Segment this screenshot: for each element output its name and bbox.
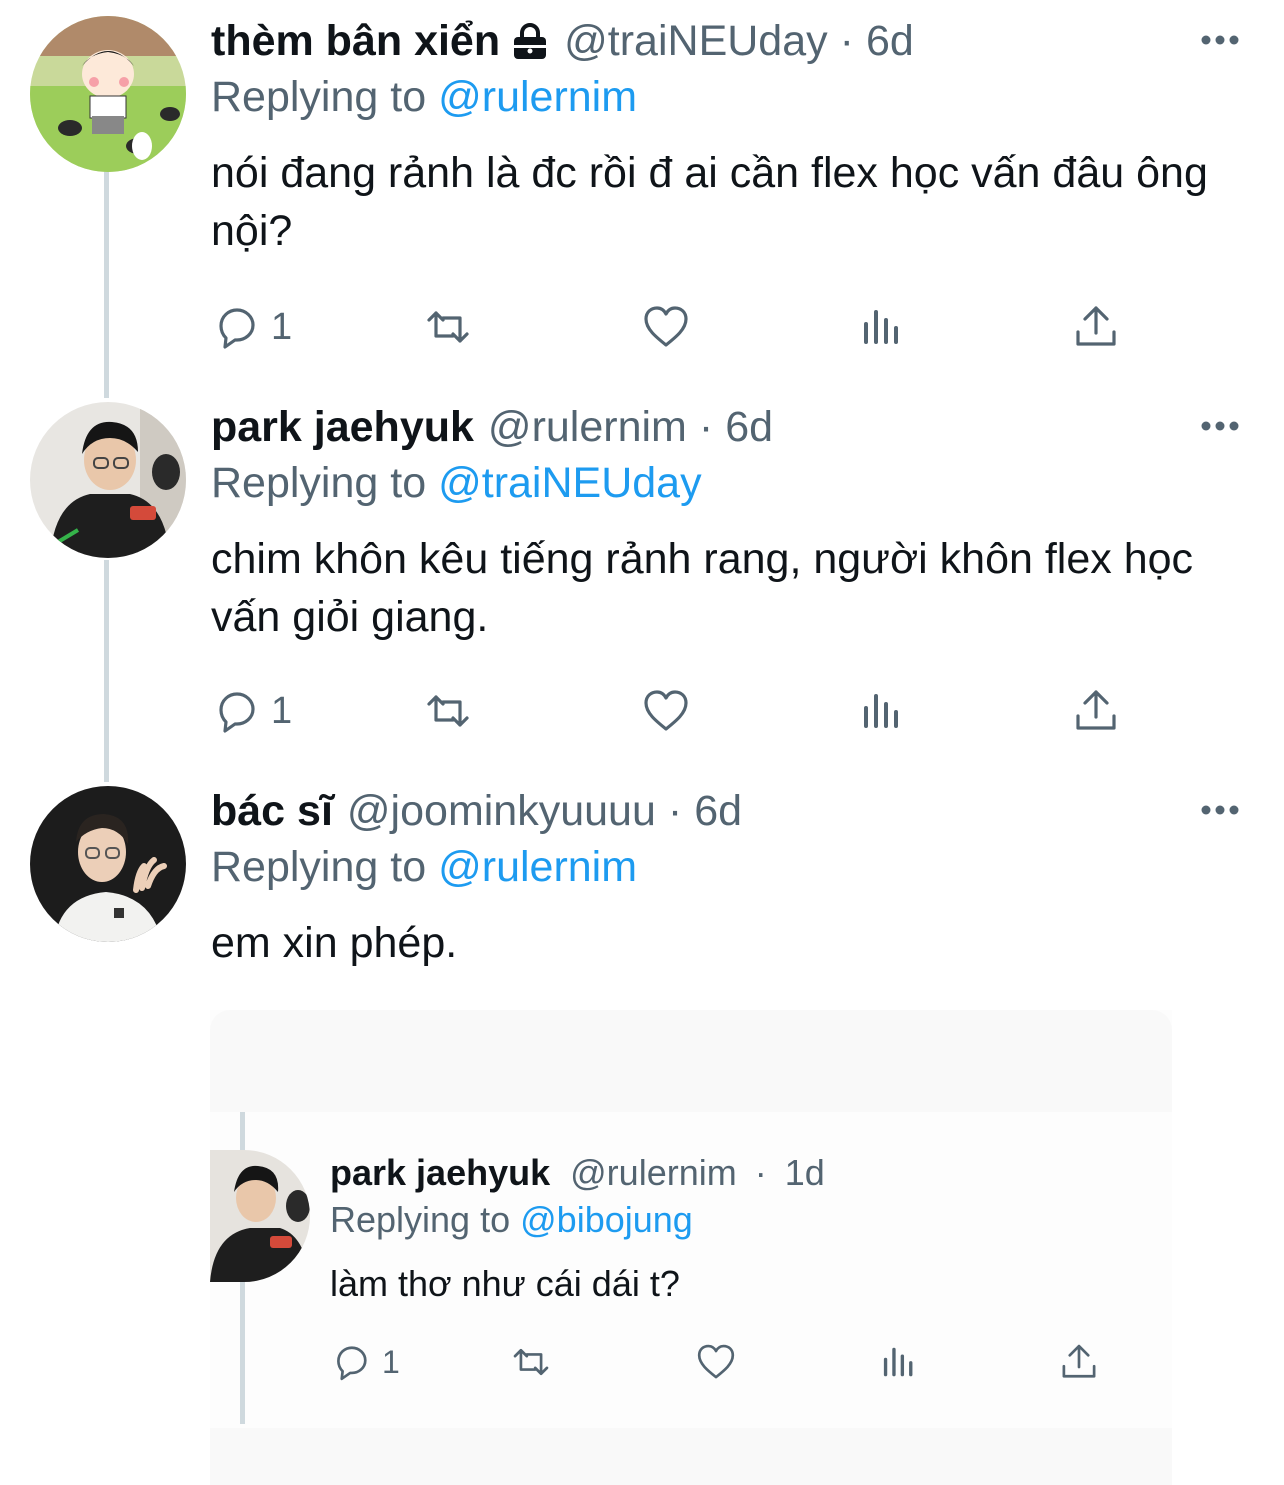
share-button[interactable]: [1071, 302, 1121, 352]
avatar[interactable]: [30, 16, 186, 172]
avatar[interactable]: [30, 402, 186, 558]
reply-icon: [337, 1346, 367, 1381]
display-name: park jaehyuk: [330, 1152, 551, 1193]
retweet-icon: [513, 1348, 549, 1376]
replying-to-label: Replying to: [211, 459, 427, 507]
mention-link[interactable]: @rulernim: [438, 73, 637, 121]
separator-dot: ·: [754, 1152, 767, 1193]
separator-dot: ·: [667, 787, 683, 835]
tweet-text: nói đang rảnh là đc rồi đ ai cần flex họ…: [211, 149, 1208, 255]
separator-dot: ·: [839, 17, 854, 65]
thread-line: [104, 170, 109, 398]
like-icon: [644, 306, 688, 347]
replying-to: Replying to @traiNEUday: [211, 456, 1244, 510]
lock-icon: [510, 21, 550, 61]
analytics-button[interactable]: [857, 686, 907, 736]
reply-count: 1: [271, 689, 293, 732]
reply-count: 1: [382, 1343, 400, 1380]
mention-link[interactable]: @traiNEUday: [438, 459, 702, 507]
tweet-text: làm thơ như cái dái t?: [330, 1263, 680, 1304]
like-icon: [644, 690, 688, 731]
replying-to-label: Replying to: [211, 843, 427, 891]
display-name[interactable]: park jaehyuk: [211, 402, 474, 452]
image-top-band: [210, 1010, 1172, 1112]
tweet-text: em xin phép.: [211, 919, 458, 967]
avatar[interactable]: [30, 786, 186, 942]
reply-icon: [219, 308, 255, 349]
image-bottom-band: [210, 1428, 1172, 1485]
reply-button[interactable]: 1: [211, 686, 292, 736]
handle[interactable]: @rulernim: [488, 402, 687, 452]
mention-link[interactable]: @rulernim: [438, 843, 637, 891]
reply-button: 1: [330, 1340, 400, 1384]
replying-to-label: Replying to: [211, 73, 427, 121]
replying-to: Replying to @bibojung: [330, 1196, 1152, 1244]
more-icon[interactable]: [1200, 30, 1240, 50]
retweet-icon: [427, 695, 469, 727]
display-name[interactable]: thèm bân xiển: [211, 16, 500, 66]
analytics-icon: [883, 1347, 913, 1377]
analytics-icon: [864, 310, 898, 344]
retweet-button: [510, 1340, 552, 1384]
analytics-button: [878, 1340, 920, 1384]
like-button[interactable]: [641, 302, 691, 352]
handle[interactable]: @traiNEUday: [564, 16, 828, 66]
like-button[interactable]: [641, 686, 691, 736]
thread-line: [104, 560, 109, 782]
share-icon: [1076, 690, 1116, 730]
separator-dot: ·: [698, 403, 714, 451]
handle: @rulernim: [570, 1152, 737, 1193]
share-icon: [1076, 306, 1116, 346]
timestamp[interactable]: 6d: [725, 402, 773, 452]
replying-to: Replying to @rulernim: [211, 840, 1244, 894]
retweet-icon: [427, 311, 469, 343]
avatar: [210, 1150, 310, 1282]
analytics-button[interactable]: [857, 302, 907, 352]
more-icon[interactable]: [1200, 416, 1240, 436]
analytics-icon: [864, 694, 898, 728]
more-icon[interactable]: [1200, 800, 1240, 820]
retweet-button[interactable]: [423, 302, 473, 352]
handle[interactable]: @joominkyuuuu: [347, 786, 656, 836]
tweet-actions: 1: [211, 686, 1131, 736]
retweet-button[interactable]: [423, 686, 473, 736]
replying-to: Replying to @rulernim: [211, 70, 1244, 124]
like-button: [695, 1340, 737, 1384]
tweet-actions: 1: [211, 302, 1131, 352]
attached-image[interactable]: park jaehyuk @rulernim · 1d Replying to …: [210, 1010, 1172, 1485]
share-icon: [1062, 1344, 1096, 1378]
share-button[interactable]: [1071, 686, 1121, 736]
reply-button[interactable]: 1: [211, 302, 292, 352]
share-button: [1058, 1340, 1100, 1384]
like-icon: [697, 1344, 735, 1379]
mention-link: @bibojung: [520, 1199, 693, 1240]
tweet-text: chim khôn kêu tiếng rảnh rang, người khô…: [211, 535, 1194, 641]
timestamp: 1d: [784, 1152, 825, 1193]
reply-count: 1: [271, 305, 293, 348]
display-name[interactable]: bác sĩ: [211, 786, 333, 836]
tweet-actions: 1: [330, 1340, 1130, 1384]
timestamp[interactable]: 6d: [694, 786, 742, 836]
replying-to-label: Replying to: [330, 1199, 511, 1240]
reply-icon: [219, 692, 255, 733]
timestamp[interactable]: 6d: [866, 16, 914, 66]
